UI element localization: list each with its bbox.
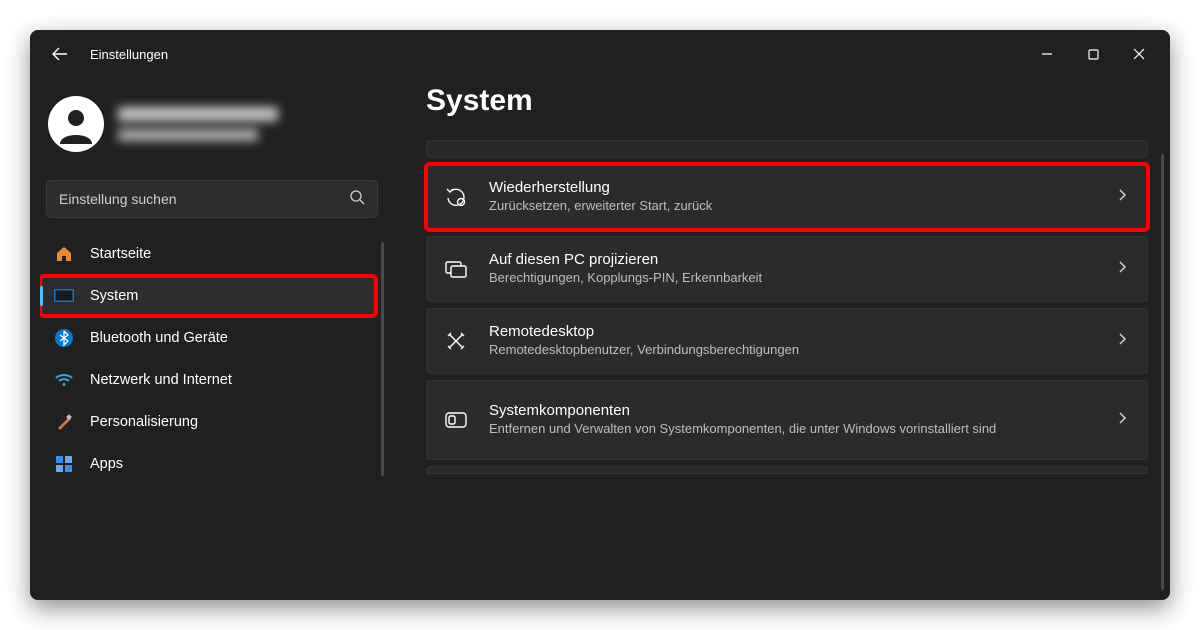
chevron-right-icon	[1117, 188, 1127, 207]
search-icon	[349, 189, 365, 210]
window-title: Einstellungen	[90, 47, 168, 62]
sidebar-item-startseite[interactable]: Startseite	[40, 234, 376, 274]
settings-window: Einstellungen	[30, 30, 1170, 600]
card-partial-below[interactable]	[426, 466, 1148, 474]
home-icon	[54, 244, 74, 264]
chevron-right-icon	[1117, 260, 1127, 279]
sidebar-item-system[interactable]: System	[40, 276, 376, 316]
card-text: Wiederherstellung Zurücksetzen, erweiter…	[489, 179, 712, 215]
card-text: Systemkomponenten Entfernen und Verwalte…	[489, 402, 996, 438]
card-title: Systemkomponenten	[489, 402, 996, 419]
wifi-icon	[54, 370, 74, 390]
brush-icon	[54, 412, 74, 432]
window-controls	[1024, 38, 1162, 70]
card-title: Auf diesen PC projizieren	[489, 251, 762, 268]
project-icon	[443, 259, 469, 279]
sidebar-scrollbar[interactable]	[381, 242, 384, 476]
close-button[interactable]	[1116, 38, 1162, 70]
sidebar-item-bluetooth[interactable]: Bluetooth und Geräte	[40, 318, 376, 358]
remote-desktop-icon	[443, 330, 469, 352]
sidebar-item-label: Personalisierung	[90, 414, 198, 430]
maximize-button[interactable]	[1070, 38, 1116, 70]
settings-list: Wiederherstellung Zurücksetzen, erweiter…	[426, 140, 1148, 474]
components-icon	[443, 411, 469, 429]
card-text: Remotedesktop Remotedesktopbenutzer, Ver…	[489, 323, 799, 359]
sidebar-item-label: System	[90, 288, 138, 304]
search-box[interactable]	[46, 180, 378, 218]
sidebar-item-apps[interactable]: Apps	[40, 444, 376, 484]
window-body: Startseite System Bluetooth und Geräte	[30, 78, 1170, 600]
card-partial-above[interactable]	[426, 140, 1148, 158]
profile-block[interactable]	[40, 86, 384, 172]
card-recovery[interactable]: Wiederherstellung Zurücksetzen, erweiter…	[426, 164, 1148, 230]
sidebar-item-network[interactable]: Netzwerk und Internet	[40, 360, 376, 400]
sidebar-item-label: Netzwerk und Internet	[90, 372, 232, 388]
sidebar-item-label: Apps	[90, 456, 123, 472]
card-system-components[interactable]: Systemkomponenten Entfernen und Verwalte…	[426, 380, 1148, 460]
card-text: Auf diesen PC projizieren Berechtigungen…	[489, 251, 762, 287]
page-title: System	[426, 78, 1148, 140]
card-subtitle: Entfernen und Verwalten von Systemkompon…	[489, 421, 996, 438]
profile-name-redacted	[118, 107, 278, 141]
main-scrollbar[interactable]	[1161, 154, 1164, 590]
card-subtitle: Berechtigungen, Kopplungs-PIN, Erkennbar…	[489, 270, 762, 287]
card-project-to-pc[interactable]: Auf diesen PC projizieren Berechtigungen…	[426, 236, 1148, 302]
recovery-icon	[443, 186, 469, 208]
system-icon	[54, 286, 74, 306]
card-remote-desktop[interactable]: Remotedesktop Remotedesktopbenutzer, Ver…	[426, 308, 1148, 374]
apps-icon	[54, 454, 74, 474]
main-panel: System Wiederherstellung Zurücksetzen, e…	[390, 78, 1170, 600]
sidebar-item-personalization[interactable]: Personalisierung	[40, 402, 376, 442]
sidebar-item-label: Bluetooth und Geräte	[90, 330, 228, 346]
card-title: Remotedesktop	[489, 323, 799, 340]
card-subtitle: Remotedesktopbenutzer, Verbindungsberech…	[489, 342, 799, 359]
titlebar: Einstellungen	[30, 30, 1170, 78]
sidebar-item-label: Startseite	[90, 246, 151, 262]
minimize-button[interactable]	[1024, 38, 1070, 70]
avatar	[48, 96, 104, 152]
card-subtitle: Zurücksetzen, erweiterter Start, zurück	[489, 198, 712, 215]
chevron-right-icon	[1117, 411, 1127, 430]
search-input[interactable]	[59, 191, 341, 207]
sidebar: Startseite System Bluetooth und Geräte	[30, 78, 390, 600]
card-title: Wiederherstellung	[489, 179, 712, 196]
chevron-right-icon	[1117, 332, 1127, 351]
back-button[interactable]	[44, 38, 76, 70]
bluetooth-icon	[54, 328, 74, 348]
nav-list: Startseite System Bluetooth und Geräte	[40, 234, 384, 484]
